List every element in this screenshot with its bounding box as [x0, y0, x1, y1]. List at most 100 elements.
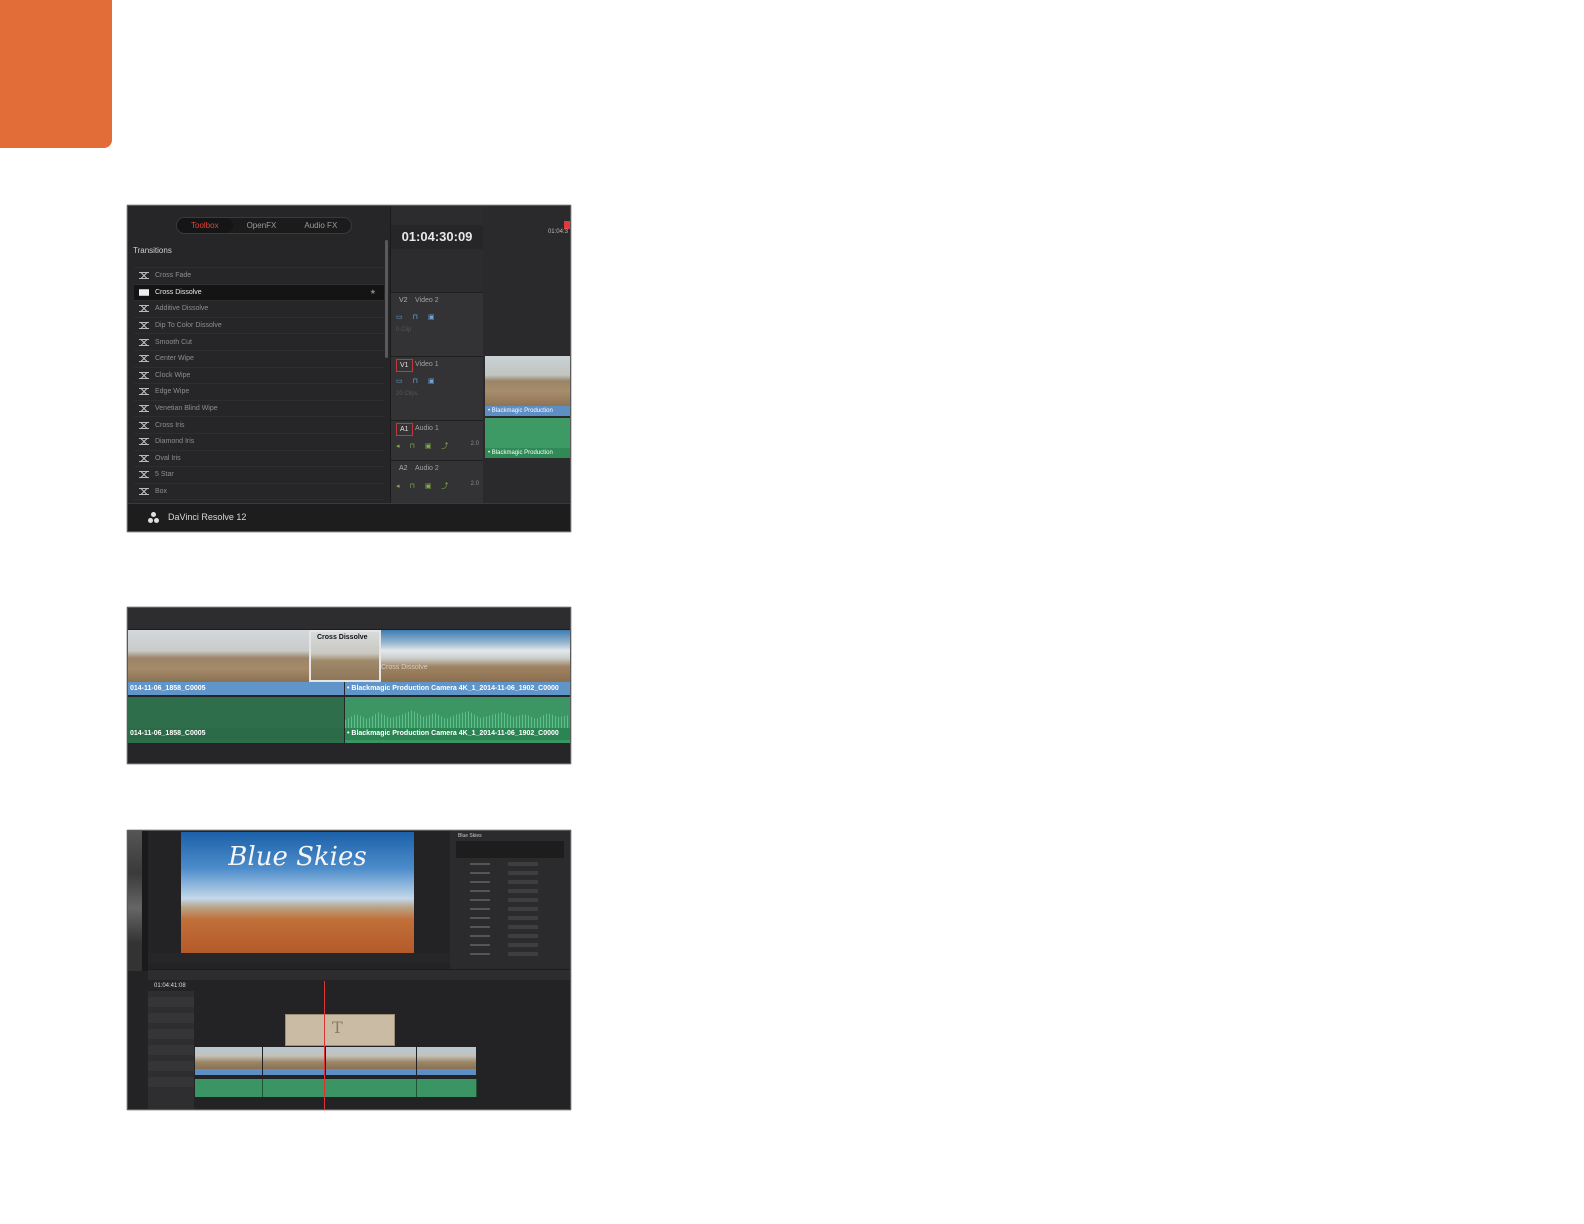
transition-item[interactable]: Venetian Blind Wipe: [134, 399, 384, 417]
transition-item[interactable]: Smooth Cut: [134, 333, 384, 350]
transition-item[interactable]: Dip To Color Dissolve: [134, 316, 384, 334]
inspector-row[interactable]: [470, 870, 560, 875]
timeline-timecode: 01:04:41:08: [154, 983, 186, 989]
transition-icon: [139, 338, 149, 346]
audio-clip[interactable]: [195, 1079, 263, 1097]
video-clip[interactable]: [263, 1047, 326, 1069]
transition-timeline-screenshot: Cross Dissolve Cross Dissolve 014-11-06_…: [127, 607, 571, 764]
tab-openfx[interactable]: OpenFX: [233, 218, 291, 233]
tab-toolbox[interactable]: Toolbox: [177, 218, 233, 233]
playhead[interactable]: [324, 981, 325, 1109]
transition-item[interactable]: Edge Wipe: [134, 383, 384, 400]
effects-tabs: Toolbox OpenFX Audio FX: [176, 217, 353, 234]
transitions-list: Cross Fade Cross Dissolve ★ Additive Dissol…: [134, 267, 384, 516]
video-clip[interactable]: [195, 1047, 263, 1069]
tab-audio-fx[interactable]: Audio FX: [290, 218, 351, 233]
video-clip[interactable]: [326, 1047, 417, 1069]
audio-clip-label: • Blackmagic Production: [485, 448, 570, 458]
transition-label: Clock Wipe: [155, 371, 191, 379]
audio-clip[interactable]: [263, 1079, 417, 1097]
viewer-canvas[interactable]: Blue Skies: [181, 832, 414, 953]
video-clip-label[interactable]: • Blackmagic Production: [485, 406, 570, 416]
transition-label: 5 Star: [155, 471, 174, 479]
transition-label: Additive Dissolve: [155, 305, 209, 313]
clip-a-video-label[interactable]: 014-11-06_1858_C0005: [128, 682, 344, 695]
inspector-row[interactable]: [470, 879, 560, 884]
transition-item[interactable]: 5 Star: [134, 466, 384, 483]
title-clip[interactable]: T: [285, 1014, 395, 1046]
clip-b-thumbnail[interactable]: Cross Dissolve: [381, 630, 570, 682]
track-volume: 2.0: [470, 441, 479, 447]
inspector-row[interactable]: [470, 942, 560, 947]
transition-label: Venetian Blind Wipe: [155, 405, 218, 413]
transition-item[interactable]: Clock Wipe: [134, 366, 384, 384]
track-id[interactable]: A1: [396, 423, 413, 436]
track-id[interactable]: A2: [396, 463, 411, 474]
transition-icon: [139, 438, 149, 446]
transition-icon: [139, 371, 149, 379]
transition-icon: [139, 471, 149, 479]
inspector-row[interactable]: [470, 888, 560, 893]
transition-item[interactable]: Cross Fade: [134, 267, 384, 284]
inspector-row[interactable]: [470, 915, 560, 920]
transition-label: Dip To Color Dissolve: [155, 322, 222, 330]
transition-icon: [139, 272, 149, 280]
track-controls-icon[interactable]: ▭ ⊓ ▣: [396, 313, 439, 321]
track-id[interactable]: V1: [396, 359, 413, 372]
video-clip[interactable]: [417, 1047, 477, 1069]
transport-controls[interactable]: [148, 953, 450, 963]
transition-block[interactable]: Cross Dissolve: [309, 630, 381, 682]
video-clip-label: [195, 1069, 263, 1075]
transition-item[interactable]: Diamond Iris: [134, 432, 384, 450]
transition-item[interactable]: Oval Iris: [134, 449, 384, 467]
inspector-row[interactable]: [470, 897, 560, 902]
track-headers: [148, 991, 194, 1109]
transition-item[interactable]: Cross Dissolve ★: [134, 283, 384, 301]
clip-b-video-label[interactable]: • Blackmagic Production Camera 4K_1_2014…: [345, 682, 570, 695]
transition-icon: [139, 488, 149, 496]
track-header-v2: V2 Video 2 ▭ ⊓ ▣ 0 Clip: [391, 292, 483, 356]
track-header-a1: A1 Audio 1 ◂ ⊓ ▣ ⤴ 2.0: [391, 420, 483, 460]
audio-clip[interactable]: • Blackmagic Production: [485, 418, 570, 458]
playhead-marker[interactable]: [564, 221, 570, 229]
transitions-scrollbar[interactable]: [385, 240, 388, 358]
viewer-title-text: Blue Skies: [228, 842, 367, 872]
track-id[interactable]: V2: [396, 295, 411, 306]
timeline-area[interactable]: 01:04:3 • Blackmagic Production • Blackm…: [483, 206, 570, 503]
track-name: Video 1: [415, 361, 439, 368]
chapter-tab-marker: [0, 0, 112, 148]
audio-controls-icon[interactable]: ◂ ⊓ ▣ ⤴: [396, 441, 452, 451]
transition-label: Oval Iris: [155, 454, 181, 462]
timeline-ruler: [128, 608, 570, 630]
inspector-panel: Blue Skies: [450, 831, 570, 971]
transition-label: Edge Wipe: [155, 388, 190, 396]
transition-item[interactable]: Additive Dissolve: [134, 300, 384, 317]
transition-item[interactable]: Cross Iris: [134, 416, 384, 433]
transition-item[interactable]: Center Wipe: [134, 349, 384, 367]
transition-item[interactable]: Box: [134, 482, 384, 500]
panel-edge: [142, 831, 148, 971]
track-header-v1: V1 Video 1 ▭ ⊓ ▣ 20 Clips: [391, 356, 483, 420]
effects-library-panel: Toolbox OpenFX Audio FX Transitions Cros…: [128, 206, 390, 512]
inspector-row[interactable]: [470, 861, 560, 866]
media-pool-strip[interactable]: [128, 831, 142, 971]
clip-a-thumbnail[interactable]: [128, 630, 309, 682]
audio-clip[interactable]: [417, 1079, 477, 1097]
inspector-row[interactable]: [470, 906, 560, 911]
track-headers: 01:04:30:09 V2 Video 2 ▭ ⊓ ▣ 0 Clip V1 V…: [391, 206, 483, 504]
track-clip-count: 0 Clip: [396, 327, 412, 333]
track-controls-icon[interactable]: ▭ ⊓ ▣: [396, 377, 439, 385]
inspector-row[interactable]: [470, 951, 560, 956]
audio-controls-icon[interactable]: ◂ ⊓ ▣ ⤴: [396, 481, 452, 491]
timeline-timecode: 01:04:30:09: [391, 225, 483, 249]
video-clip-label: [417, 1069, 477, 1075]
timeline-toolbar[interactable]: [148, 969, 570, 980]
app-footer: DaVinci Resolve 12: [128, 503, 570, 531]
inspector-row[interactable]: [470, 924, 560, 929]
track-volume: 2.0: [470, 481, 479, 487]
favorite-star-icon[interactable]: ★: [370, 288, 376, 296]
video-clip-thumbnail[interactable]: [485, 356, 570, 406]
inspector-header-panel: [456, 841, 564, 858]
video-clip-label: [263, 1069, 326, 1075]
inspector-row[interactable]: [470, 933, 560, 938]
